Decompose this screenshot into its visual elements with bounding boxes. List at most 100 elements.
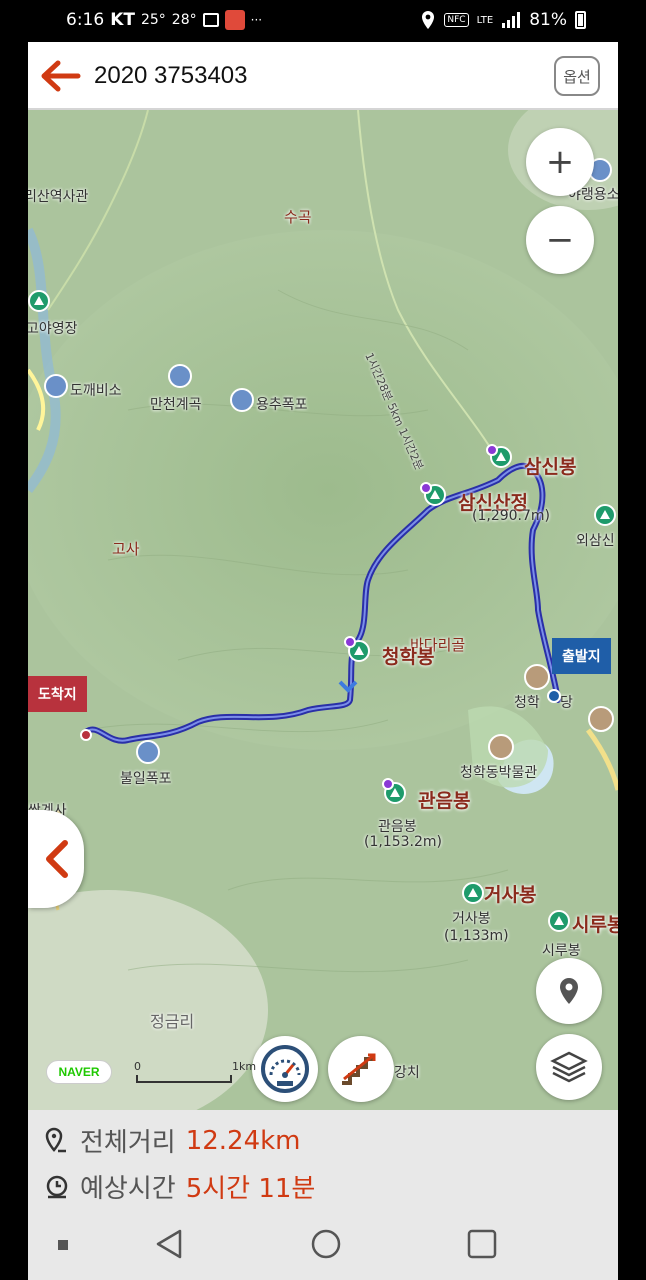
scale-start: 0 [134, 1060, 141, 1073]
place-museum2: 청학동박물관 [460, 765, 538, 781]
system-nav-bar [28, 1210, 618, 1280]
place-bulil: 불일폭포 [120, 771, 172, 787]
time-value: 5시간 11분 [185, 1174, 316, 1204]
place-jeonggeum: 정금리 [150, 1012, 195, 1031]
nav-home-button[interactable] [310, 1228, 342, 1264]
place-cheonghak-temple2: 당 [560, 695, 573, 711]
my-location-button[interactable] [536, 958, 602, 1024]
triangle-back-icon [156, 1229, 182, 1259]
square-overview-icon [467, 1229, 497, 1259]
zoom-in-button[interactable]: + [526, 128, 594, 196]
map-scale: 0 1km [134, 1060, 256, 1086]
temp-now: 25° [140, 12, 166, 28]
shrine-icon [588, 706, 614, 732]
back-button[interactable] [38, 58, 82, 94]
map-view[interactable]: 1시간28분 5km 1시간2분 리산역사관 수곡 고야영장 도깨비소 만천계곡… [28, 110, 618, 1110]
scale-bar [136, 1075, 232, 1083]
museum-icon [488, 734, 514, 760]
place-cheonghak-temple: 청학 [514, 695, 540, 711]
status-left: 6:16 KT 25° 28° ··· [66, 10, 262, 30]
place-dokkaebi: 도깨비소 [70, 383, 122, 399]
location-pin-icon [560, 978, 578, 1004]
place-yongchu: 용추폭포 [256, 397, 308, 413]
place-gosa: 고사 [112, 540, 140, 558]
place-museum: 리산역사관 [28, 189, 89, 205]
app-frame: 2020 3753403 옵션 1시간28분 5km 1시간2분 리산역사관 수… [28, 42, 618, 1210]
time-row: 예상시간 5시간 11분 [44, 1168, 315, 1205]
status-right: NFC LTE 81% [420, 10, 586, 30]
nav-overview-button[interactable] [466, 1228, 498, 1264]
gallery-icon [202, 13, 219, 27]
options-button[interactable]: 옵션 [554, 56, 600, 96]
route-summary: 전체거리 12.24km 예상시간 5시간 11분 [28, 1110, 618, 1210]
peak-icon-siru [548, 910, 570, 932]
layers-icon [550, 1051, 588, 1083]
peak-gwaneum-alt: (1,153.2m) [364, 834, 442, 850]
peak-sirubong: 시루봉 [572, 914, 618, 936]
distance-label: 전체거리 [80, 1128, 176, 1158]
purple-marker-4 [382, 778, 394, 790]
battery-percent: 81% [529, 10, 567, 30]
place-gangchi: 강치 [394, 1065, 420, 1081]
speedometer-button[interactable] [252, 1036, 318, 1102]
elevation-button[interactable] [328, 1036, 394, 1102]
distance-value: 12.24km [185, 1125, 301, 1156]
peak-icon-waesam [594, 504, 616, 526]
peak-cheonghakbong: 청학봉 [382, 646, 435, 668]
waterfall-icon [44, 374, 68, 398]
back-arrow-icon [41, 60, 81, 92]
place-campsite: 고야영장 [28, 321, 78, 337]
app-header: 2020 3753403 옵션 [28, 42, 618, 110]
stairs-icon [342, 1053, 376, 1085]
peak-siru-small: 시루봉 [542, 943, 581, 959]
waterfall-icon-2 [230, 388, 254, 412]
nfc-icon: NFC [444, 13, 469, 27]
clock-icon [46, 1175, 68, 1198]
carrier: KT [110, 10, 135, 30]
more-indicator: ··· [250, 13, 263, 27]
zoom-in-icon: + [545, 142, 575, 182]
time-label: 예상시간 [80, 1174, 176, 1204]
arrival-flag: 도착지 [28, 676, 87, 712]
layers-button[interactable] [536, 1034, 602, 1100]
location-icon [422, 11, 435, 29]
signal-icon [502, 12, 521, 28]
purple-marker-2 [420, 482, 432, 494]
waterfall-icon-3 [136, 740, 160, 764]
distance-pin-icon [45, 1127, 66, 1152]
place-waesam: 외삼신 [576, 533, 615, 549]
temp-high: 28° [171, 12, 197, 28]
lte-icon: LTE [476, 14, 494, 26]
temple-icon [524, 664, 550, 690]
peak-icon-geosa [462, 882, 484, 904]
recents-dot-button[interactable] [58, 1240, 68, 1250]
peak-gwaneumbong: 관음봉 [418, 790, 471, 812]
terrain-map [28, 110, 618, 1110]
peak-geosa-small: 거사봉 [452, 911, 491, 927]
chevron-left-icon [46, 840, 68, 878]
purple-marker-1 [486, 444, 498, 456]
purple-marker-3 [344, 636, 356, 648]
circle-home-icon [311, 1229, 341, 1259]
campsite-icon [28, 290, 50, 312]
speedometer-icon [261, 1045, 309, 1093]
naver-logo: NAVER [46, 1060, 112, 1084]
page-title: 2020 3753403 [94, 62, 248, 89]
status-bar: 6:16 KT 25° 28° ··· NFC LTE 81% [0, 0, 646, 42]
peak-geosa-alt: (1,133m) [444, 928, 509, 944]
distance-row: 전체거리 12.24km [44, 1122, 301, 1159]
nav-back-button[interactable] [154, 1228, 184, 1264]
peak-geosabong: 거사봉 [484, 884, 537, 906]
peak-gwaneum-small: 관음봉 [378, 819, 417, 835]
place-mancheon: 만천계곡 [150, 397, 202, 413]
peak-samsin-alt: (1,290.7m) [472, 508, 550, 524]
zoom-out-button[interactable]: − [526, 206, 594, 274]
departure-flag: 출발지 [552, 638, 611, 674]
battery-icon [575, 11, 586, 29]
place-sugok: 수곡 [284, 208, 312, 226]
app-icon [224, 10, 245, 30]
valley-icon [168, 364, 192, 388]
clock: 6:16 [66, 10, 105, 30]
scale-end: 1km [232, 1060, 257, 1073]
peak-samsinbong: 삼신봉 [524, 456, 577, 478]
